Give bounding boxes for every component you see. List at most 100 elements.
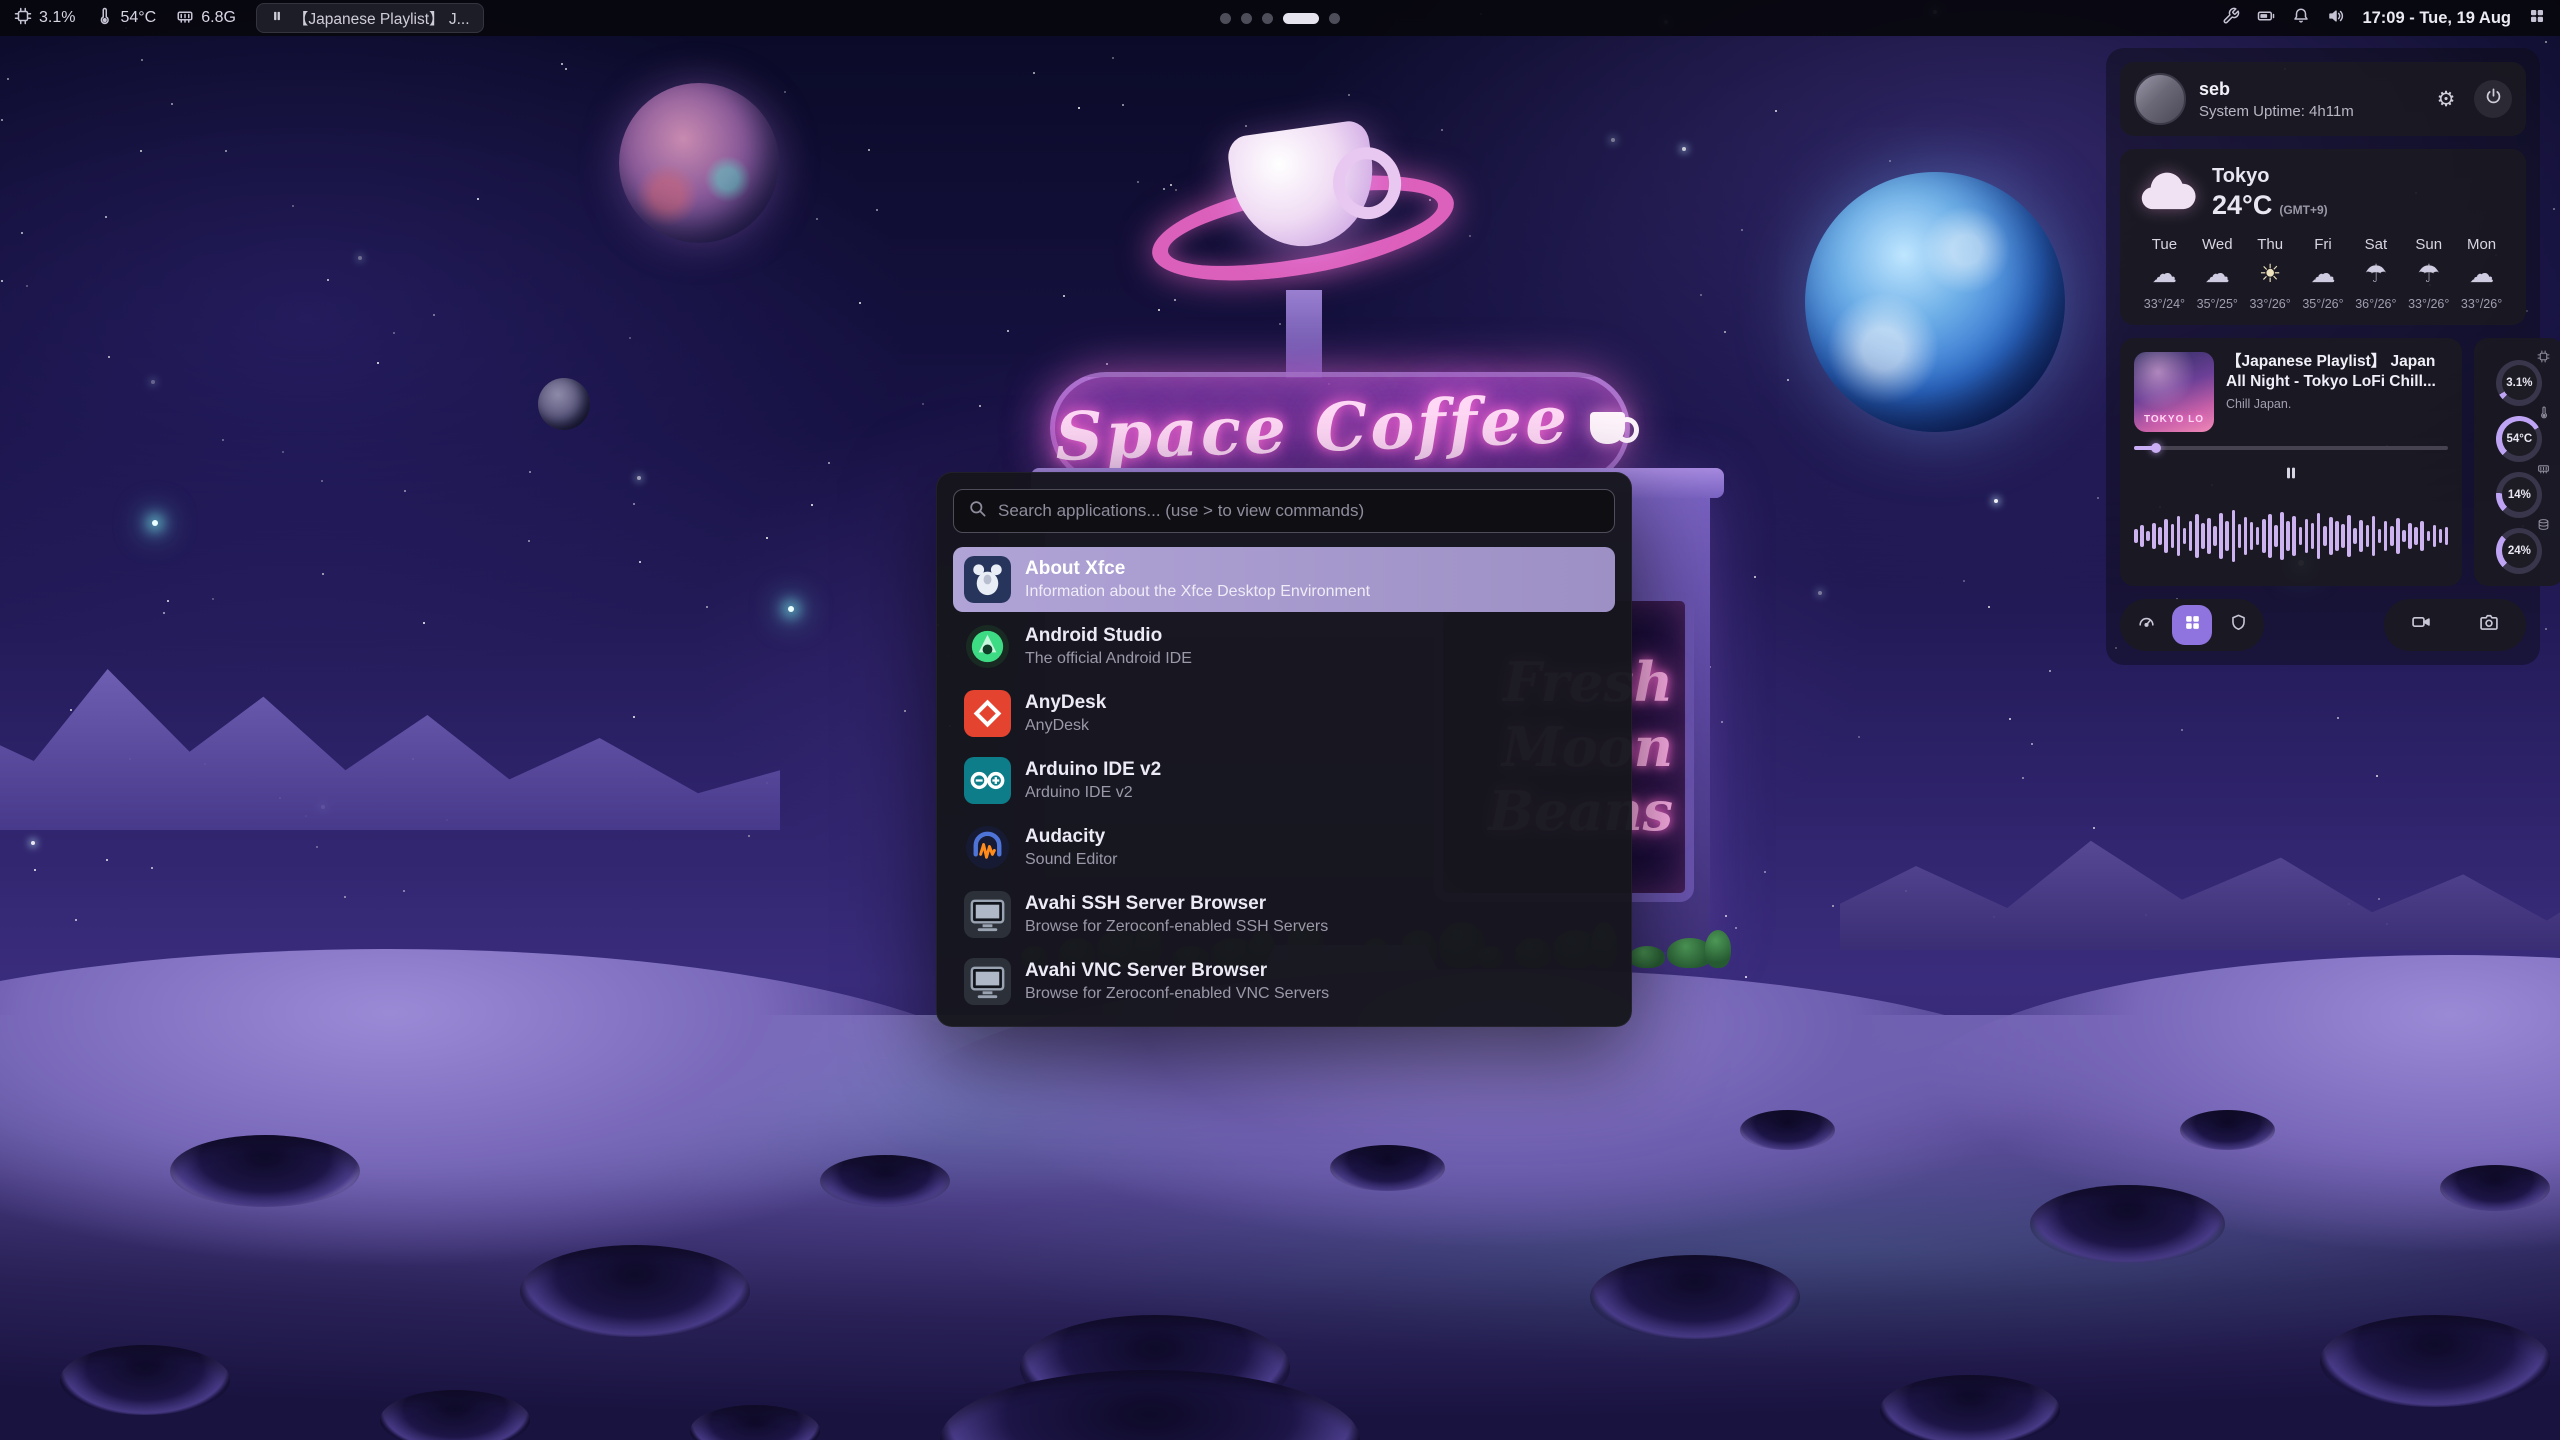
user-name: seb — [2199, 79, 2354, 100]
pause-icon — [2283, 465, 2299, 486]
cloud-icon: ☁ — [2138, 261, 2191, 289]
progress-handle[interactable] — [2151, 443, 2161, 453]
planet-purple — [619, 83, 779, 243]
now-playing-pill[interactable]: 【Japanese Playlist】 J... — [256, 3, 484, 33]
forecast-fri: Fri☁35°/26° — [2297, 236, 2350, 311]
cpu-icon — [2537, 350, 2550, 364]
moon-surface — [0, 1015, 2560, 1440]
memory-icon — [2537, 462, 2550, 476]
app-launcher: About XfceInformation about the Xfce Des… — [936, 472, 1632, 1027]
memory-indicator[interactable]: 6.8G — [176, 7, 236, 30]
memory-icon — [176, 7, 194, 30]
clock[interactable]: 17:09 - Tue, 19 Aug — [2362, 9, 2511, 28]
right-button-group — [2384, 599, 2526, 651]
thermometer-icon — [95, 7, 113, 30]
search-input[interactable] — [998, 501, 1600, 521]
track-progress-bar[interactable] — [2134, 446, 2448, 450]
cloud-icon: ☁ — [2455, 261, 2508, 289]
launcher-item-avahi-vnc-server-browser[interactable]: Avahi VNC Server BrowserBrowse for Zeroc… — [953, 949, 1615, 1014]
cpu-icon — [14, 7, 32, 30]
weather-timezone: (GMT+9) — [2279, 203, 2327, 217]
app-title: AnyDesk — [1025, 692, 1106, 715]
sun-icon: ☀ — [2244, 261, 2297, 289]
forecast-sat: Sat☂36°/26° — [2349, 236, 2402, 311]
sign-mount — [1286, 290, 1322, 378]
power-icon — [2484, 87, 2503, 111]
weather-forecast: Tue☁33°/24°Wed☁35°/25°Thu☀33°/26°Fri☁35°… — [2138, 236, 2508, 311]
launcher-results: About XfceInformation about the Xfce Des… — [953, 547, 1615, 1014]
search-icon — [968, 499, 987, 523]
rain-icon: ☂ — [2349, 261, 2402, 289]
screenshot-button[interactable] — [2458, 605, 2520, 645]
launcher-item-audacity[interactable]: Audacity Sound Editor — [953, 815, 1615, 880]
app-description: Sound Editor — [1025, 851, 1118, 869]
gauge-icon — [2137, 613, 2156, 637]
server-browser-icon — [964, 958, 1011, 1005]
album-art[interactable]: TOKYO LO — [2134, 352, 2214, 432]
settings-button[interactable]: ⚙ — [2427, 80, 2465, 118]
app-description: Browse for Zeroconf-enabled VNC Servers — [1025, 985, 1329, 1003]
server-browser-icon — [964, 891, 1011, 938]
workspace-dot-1[interactable] — [1220, 13, 1231, 24]
pause-icon — [270, 9, 284, 28]
temperature-indicator[interactable]: 54°C — [95, 7, 156, 30]
app-launcher-button[interactable] — [2172, 605, 2212, 645]
gear-icon: ⚙ — [2437, 89, 2456, 110]
memory-value: 6.8G — [201, 9, 236, 27]
workspace-indicator[interactable] — [1220, 0, 1340, 36]
notifications-bell-icon[interactable] — [2292, 7, 2310, 30]
xfce-logo-icon — [964, 556, 1011, 603]
privacy-shield-button[interactable] — [2218, 605, 2258, 645]
app-description: The official Android IDE — [1025, 650, 1192, 668]
battery-icon[interactable] — [2257, 7, 2275, 30]
workspace-dot-4[interactable] — [1283, 13, 1319, 24]
volume-icon[interactable] — [2327, 7, 2345, 30]
disk-icon — [2537, 518, 2550, 532]
left-button-group — [2120, 599, 2264, 651]
launcher-search[interactable] — [953, 489, 1615, 533]
thermometer-icon — [2537, 406, 2550, 420]
system-uptime: System Uptime: 4h11m — [2199, 103, 2354, 120]
arduino-icon — [964, 757, 1011, 804]
glow-star — [152, 520, 158, 526]
track-title: 【Japanese Playlist】 Japan All Night - To… — [2226, 352, 2448, 392]
stat-value: 3.1% — [2502, 365, 2537, 400]
planet-earth — [1805, 172, 2065, 432]
avatar[interactable] — [2134, 73, 2186, 125]
launcher-item-android-studio[interactable]: Android StudioThe official Android IDE — [953, 614, 1615, 679]
profile-card: seb System Uptime: 4h11m ⚙ — [2120, 62, 2526, 136]
launcher-item-anydesk[interactable]: AnyDeskAnyDesk — [953, 681, 1615, 746]
screen-record-button[interactable] — [2390, 605, 2452, 645]
mountains-left — [0, 600, 780, 830]
stat-value: 14% — [2502, 477, 2537, 512]
mountains-right — [1840, 740, 2560, 950]
cpu-usage-indicator[interactable]: 3.1% — [14, 7, 75, 30]
android-studio-icon — [964, 623, 1011, 670]
workspace-dot-2[interactable] — [1241, 13, 1252, 24]
anydesk-icon — [964, 690, 1011, 737]
forecast-thu: Thu☀33°/26° — [2244, 236, 2297, 311]
stat-value: 54°C — [2502, 421, 2537, 456]
launcher-item-avahi-ssh-server-browser[interactable]: Avahi SSH Server Browser Browse for Zeroc… — [953, 882, 1615, 947]
forecast-mon: Mon☁33°/26° — [2455, 236, 2508, 311]
launcher-item-arduino-ide-v2[interactable]: Arduino IDE v2Arduino IDE v2 — [953, 748, 1615, 813]
tools-icon[interactable] — [2222, 7, 2240, 30]
power-button[interactable] — [2474, 80, 2512, 118]
cloud-icon — [2138, 169, 2196, 218]
launcher-item-about-xfce[interactable]: About XfceInformation about the Xfce Des… — [953, 547, 1615, 612]
coffee-cup-icon — [1590, 412, 1625, 444]
temperature-value: 54°C — [120, 9, 156, 27]
app-title: Avahi SSH Server Browser — [1025, 893, 1328, 916]
weather-card: Tokyo 24°C (GMT+9) Tue☁33°/24°Wed☁35°/25… — [2120, 149, 2526, 325]
play-pause-button[interactable] — [2272, 461, 2310, 491]
forecast-sun: Sun☂33°/26° — [2402, 236, 2455, 311]
workspace-dot-5[interactable] — [1329, 13, 1340, 24]
app-title: Audacity — [1025, 826, 1118, 849]
workspace-dot-3[interactable] — [1262, 13, 1273, 24]
app-description: Arduino IDE v2 — [1025, 784, 1161, 802]
app-grid-icon[interactable] — [2528, 7, 2546, 30]
dashboard-toggle-button[interactable] — [2126, 605, 2166, 645]
app-description: Browse for Zeroconf-enabled SSH Servers — [1025, 918, 1328, 936]
top-bar: 3.1% 54°C 6.8G 【Japanese Playlist】 J... … — [0, 0, 2560, 36]
cpu-usage-value: 3.1% — [39, 9, 75, 27]
